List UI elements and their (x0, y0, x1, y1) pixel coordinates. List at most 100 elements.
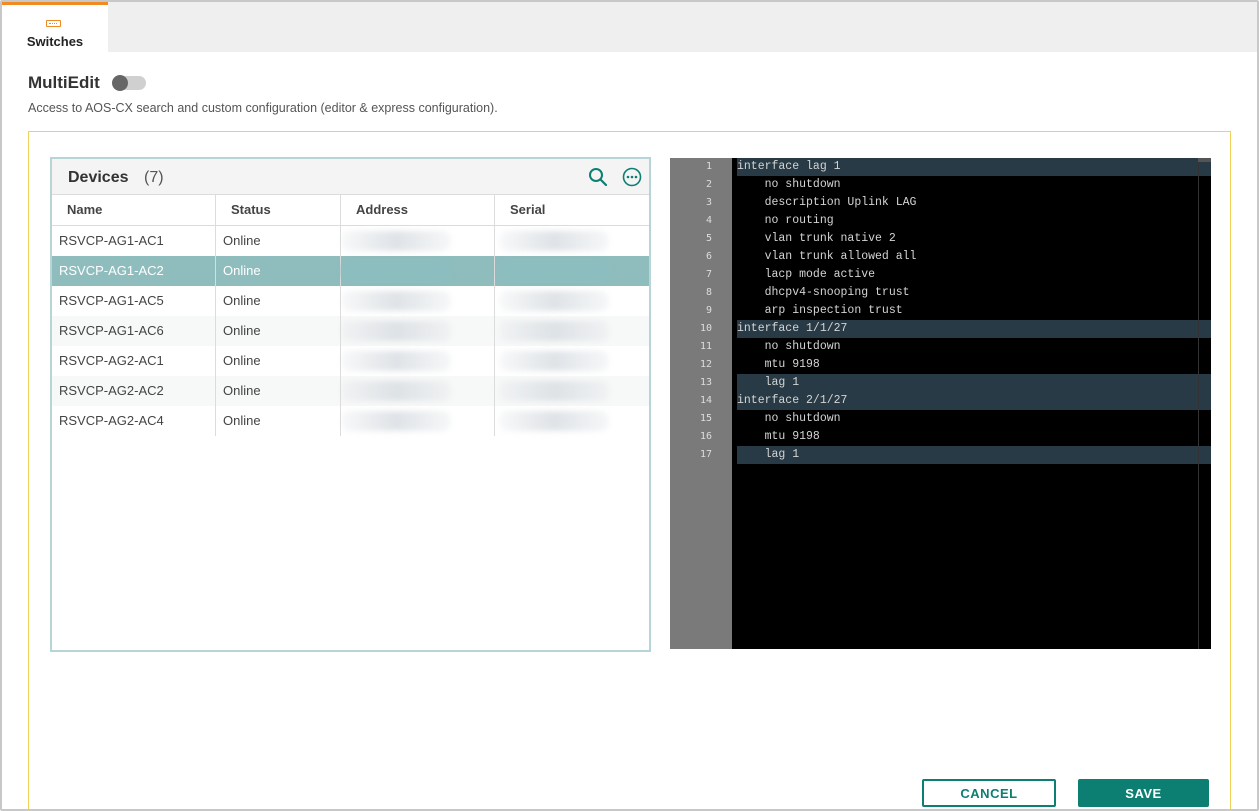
table-row[interactable]: RSVCP-AG1-AC1 Online (52, 226, 649, 256)
code-text[interactable]: mtu 9198 (737, 356, 1211, 374)
save-button[interactable]: SAVE (1078, 779, 1209, 807)
line-number: 6 (705, 251, 712, 262)
config-editor[interactable]: 1 interface lag 12 no shutdown 3 descripti… (670, 158, 1211, 649)
device-status-cell: Online (216, 316, 341, 346)
device-status-cell: Online (216, 286, 341, 316)
code-text[interactable]: lacp mode active (737, 266, 1211, 284)
table-row[interactable]: RSVCP-AG1-AC6 Online (52, 316, 649, 346)
devices-title: Devices (68, 169, 129, 186)
line-number: 3 (705, 197, 712, 208)
more-options-icon[interactable] (622, 167, 642, 187)
device-name-cell: RSVCP-AG1-AC1 (52, 226, 216, 256)
device-name-cell: RSVCP-AG1-AC2 (52, 256, 216, 286)
editor-line: 16 mtu 9198 (670, 428, 1211, 446)
code-text[interactable]: no routing (737, 212, 1211, 230)
device-name-cell: RSVCP-AG1-AC6 (52, 316, 216, 346)
multiedit-title: MultiEdit (28, 73, 100, 92)
code-text[interactable]: mtu 9198 (737, 428, 1211, 446)
code-text[interactable]: no shutdown (737, 176, 1211, 194)
code-text[interactable]: description Uplink LAG (737, 194, 1211, 212)
table-row[interactable]: RSVCP-AG2-AC1 Online (52, 346, 649, 376)
device-name-cell: RSVCP-AG2-AC4 (52, 406, 216, 436)
column-header-name[interactable]: Name (52, 195, 216, 226)
device-serial-cell (495, 286, 649, 316)
table-row[interactable]: RSVCP-AG1-AC2 Online (52, 256, 649, 286)
code-text[interactable]: vlan trunk allowed all (737, 248, 1211, 266)
editor-line: 4 no routing (670, 212, 1211, 230)
code-text[interactable]: interface lag 1 (737, 158, 1211, 176)
line-number: 15 (699, 413, 712, 424)
redacted-address (341, 291, 451, 311)
code-text[interactable]: interface 1/1/27 (737, 320, 1211, 338)
line-number: 17 (699, 449, 712, 460)
table-row[interactable]: RSVCP-AG2-AC2 Online (52, 376, 649, 406)
devices-count: (7) (144, 169, 164, 186)
search-icon[interactable] (588, 167, 608, 187)
tab-switches[interactable]: Switches (2, 2, 108, 52)
redacted-serial (499, 411, 609, 431)
code-text[interactable]: vlan trunk native 2 (737, 230, 1211, 248)
editor-line: 14 interface 2/1/27 (670, 392, 1211, 410)
device-serial-cell (495, 256, 649, 286)
column-header-address[interactable]: Address (341, 195, 495, 226)
editor-line: 11 no shutdown (670, 338, 1211, 356)
editor-scrollbar[interactable] (1198, 158, 1199, 649)
line-number: 7 (705, 269, 712, 280)
device-address-cell (341, 346, 495, 376)
line-number: 10 (699, 323, 712, 334)
device-address-cell (341, 406, 495, 436)
code-text[interactable]: no shutdown (737, 410, 1211, 428)
editor-line: 2 no shutdown (670, 176, 1211, 194)
device-status-cell: Online (216, 406, 341, 436)
editor-line: 15 no shutdown (670, 410, 1211, 428)
editor-line: 12 mtu 9198 (670, 356, 1211, 374)
editor-line: 1 interface lag 1 (670, 158, 1211, 176)
device-status-cell: Online (216, 346, 341, 376)
code-text[interactable]: arp inspection trust (737, 302, 1211, 320)
redacted-address (341, 411, 451, 431)
code-text[interactable]: no shutdown (737, 338, 1211, 356)
redacted-address (341, 261, 451, 281)
redacted-address (341, 321, 451, 341)
editor-line: 17 lag 1 (670, 446, 1211, 464)
line-number: 4 (705, 215, 712, 226)
redacted-serial (499, 381, 609, 401)
redacted-address (341, 351, 451, 371)
cancel-button[interactable]: CANCEL (922, 779, 1056, 807)
line-number: 11 (699, 341, 712, 352)
device-address-cell (341, 316, 495, 346)
multiedit-description: Access to AOS-CX search and custom confi… (28, 101, 498, 115)
toggle-knob (112, 75, 128, 91)
device-address-cell (341, 286, 495, 316)
code-text[interactable]: lag 1 (737, 374, 1211, 392)
redacted-serial (499, 291, 609, 311)
tab-label: Switches (26, 34, 84, 49)
devices-header: Devices (7) (52, 159, 649, 195)
devices-panel: Devices (7) Name Status Address Serial R… (50, 157, 651, 652)
column-header-serial[interactable]: Serial (495, 195, 649, 226)
editor-line: 7 lacp mode active (670, 266, 1211, 284)
table-row[interactable]: RSVCP-AG2-AC4 Online (52, 406, 649, 436)
multiedit-toggle[interactable] (112, 75, 146, 91)
code-text[interactable]: dhcpv4-snooping trust (737, 284, 1211, 302)
editor-line: 13 lag 1 (670, 374, 1211, 392)
editor-line: 9 arp inspection trust (670, 302, 1211, 320)
column-header-status[interactable]: Status (216, 195, 341, 226)
device-serial-cell (495, 376, 649, 406)
device-serial-cell (495, 346, 649, 376)
device-status-cell: Online (216, 256, 341, 286)
device-name-cell: RSVCP-AG2-AC1 (52, 346, 216, 376)
device-status-cell: Online (216, 226, 341, 256)
table-row[interactable]: RSVCP-AG1-AC5 Online (52, 286, 649, 316)
line-number: 1 (705, 161, 712, 172)
line-number: 9 (705, 305, 712, 316)
line-number: 8 (705, 287, 712, 298)
code-text[interactable]: lag 1 (737, 446, 1211, 464)
editor-line: 8 dhcpv4-snooping trust (670, 284, 1211, 302)
editor-line: 3 description Uplink LAG (670, 194, 1211, 212)
switch-icon (46, 20, 61, 27)
device-status-cell: Online (216, 376, 341, 406)
code-text[interactable]: interface 2/1/27 (737, 392, 1211, 410)
table-header: Name Status Address Serial (52, 195, 649, 226)
editor-scrollbar-thumb[interactable] (1198, 158, 1211, 162)
